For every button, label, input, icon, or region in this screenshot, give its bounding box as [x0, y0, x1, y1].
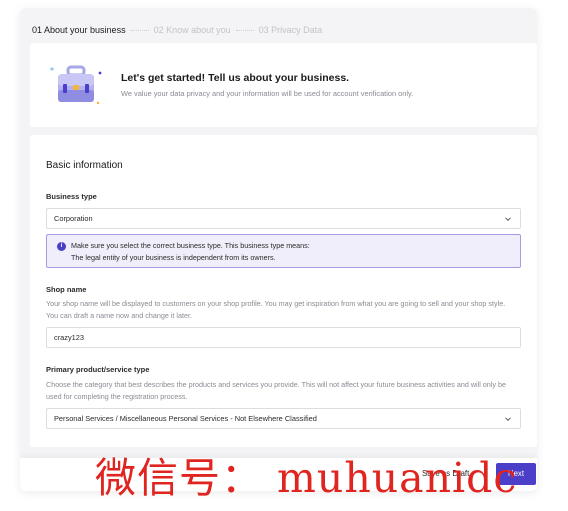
step-privacy-data[interactable]: 03 Privacy Data	[259, 24, 323, 36]
shop-name-input[interactable]: crazy123	[46, 327, 521, 348]
stepper: 01 About your business 02 Know about you…	[32, 22, 322, 38]
next-button[interactable]: Next	[496, 463, 536, 485]
section-title: Basic information	[46, 160, 123, 171]
step-divider	[130, 29, 149, 31]
notice-line-2: The legal entity of your business is ind…	[71, 253, 276, 262]
notice-line-1: Make sure you select the correct busines…	[71, 241, 310, 250]
save-draft-button[interactable]: Save as Draft	[422, 469, 469, 478]
onboarding-card: 01 About your business 02 Know about you…	[20, 8, 537, 491]
shop-name-value: crazy123	[54, 333, 84, 342]
business-type-label: Business type	[46, 192, 97, 201]
primary-type-select[interactable]: Personal Services / Miscellaneous Person…	[46, 408, 521, 429]
basic-information-panel: Basic information Business type Corporat…	[30, 135, 537, 447]
business-type-value: Corporation	[54, 214, 93, 223]
primary-type-help: Choose the category that best describes …	[46, 380, 506, 401]
intro-subtitle: We value your data privacy and your info…	[121, 89, 414, 98]
chevron-down-icon	[505, 216, 511, 221]
primary-type-value: Personal Services / Miscellaneous Person…	[54, 414, 317, 423]
step-divider	[235, 29, 254, 31]
intro-panel: Let's get started! Tell us about your bu…	[30, 43, 537, 127]
step-about-business[interactable]: 01 About your business	[32, 24, 126, 36]
info-icon: i	[57, 242, 66, 251]
chevron-down-icon	[505, 416, 511, 421]
intro-title: Let's get started! Tell us about your bu…	[121, 72, 350, 84]
primary-type-label: Primary product/service type	[46, 365, 150, 374]
business-type-select[interactable]: Corporation	[46, 208, 521, 229]
business-type-notice: i Make sure you select the correct busin…	[46, 234, 521, 268]
shop-name-help: Your shop name will be displayed to cust…	[46, 299, 506, 320]
shop-name-label: Shop name	[46, 285, 87, 294]
footer-bar: Save as Draft Next	[20, 458, 537, 491]
step-know-about-you[interactable]: 02 Know about you	[154, 24, 231, 36]
briefcase-illustration-icon	[50, 65, 102, 105]
